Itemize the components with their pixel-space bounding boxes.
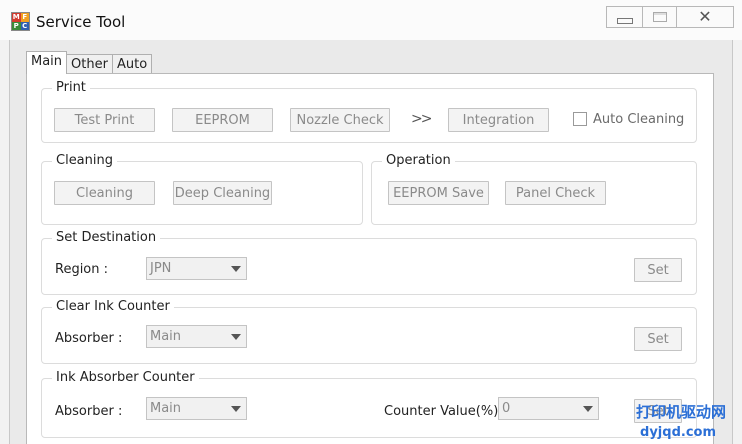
operation-group-title: Operation bbox=[382, 153, 455, 169]
chevron-down-icon bbox=[231, 266, 241, 272]
test-print-button[interactable]: Test Print bbox=[54, 108, 155, 132]
clear-absorber-select[interactable]: Main bbox=[146, 325, 247, 348]
counter-absorber-select-value: Main bbox=[150, 401, 182, 416]
set-destination-title: Set Destination bbox=[52, 230, 161, 246]
print-group: Print Test Print EEPROM Nozzle Check >> … bbox=[41, 80, 697, 143]
nozzle-check-button[interactable]: Nozzle Check bbox=[290, 108, 390, 132]
watermark-text: 打印机驱动网 bbox=[635, 403, 726, 421]
set-destination-group: Set Destination Region : JPN Set bbox=[41, 230, 697, 295]
chevron-down-icon bbox=[583, 406, 593, 412]
clear-absorber-select-value: Main bbox=[150, 329, 182, 344]
region-select-value: JPN bbox=[150, 261, 172, 276]
minimize-icon bbox=[616, 18, 633, 24]
deep-cleaning-button[interactable]: Deep Cleaning bbox=[173, 181, 272, 205]
maximize-button[interactable] bbox=[642, 6, 676, 28]
auto-cleaning-checkbox[interactable] bbox=[573, 112, 587, 126]
app-icon-letter: M bbox=[12, 13, 21, 22]
region-select[interactable]: JPN bbox=[146, 257, 247, 280]
clear-ink-counter-group: Clear Ink Counter Absorber : Main Set bbox=[41, 299, 697, 364]
window-content: Main Other Auto Print Test Print EEPROM … bbox=[9, 40, 733, 444]
cleaning-group-title: Cleaning bbox=[52, 153, 117, 169]
region-label: Region : bbox=[55, 262, 109, 277]
counter-value-select[interactable]: 0 bbox=[498, 397, 599, 420]
tab-strip: Main Other Auto bbox=[26, 51, 153, 74]
tab-main[interactable]: Main bbox=[26, 51, 68, 74]
auto-cleaning-label: Auto Cleaning bbox=[593, 112, 685, 127]
chevron-down-icon bbox=[231, 334, 241, 340]
tab-auto[interactable]: Auto bbox=[111, 54, 153, 74]
main-tab-panel: Print Test Print EEPROM Nozzle Check >> … bbox=[26, 73, 714, 444]
app-icon-letter: C bbox=[20, 21, 29, 30]
counter-absorber-label: Absorber : bbox=[55, 404, 123, 419]
close-button[interactable]: ✕ bbox=[676, 6, 734, 28]
eeprom-button[interactable]: EEPROM bbox=[172, 108, 273, 132]
title-bar[interactable]: M F P C Service Tool ✕ bbox=[0, 0, 742, 40]
ink-absorber-counter-title: Ink Absorber Counter bbox=[52, 370, 199, 386]
close-icon: ✕ bbox=[698, 7, 712, 26]
eeprom-save-button[interactable]: EEPROM Save bbox=[388, 181, 489, 205]
panel-check-button[interactable]: Panel Check bbox=[505, 181, 606, 205]
integration-button[interactable]: Integration bbox=[448, 108, 549, 132]
counter-absorber-select[interactable]: Main bbox=[146, 397, 247, 420]
minimize-button[interactable] bbox=[606, 6, 642, 28]
watermark-domain: dyjqd.com bbox=[640, 425, 716, 440]
cleaning-group: Cleaning Cleaning Deep Cleaning bbox=[41, 153, 363, 225]
print-group-title: Print bbox=[52, 80, 90, 96]
operation-group: Operation EEPROM Save Panel Check bbox=[371, 153, 697, 225]
app-icon-letter: P bbox=[12, 21, 21, 30]
window-title: Service Tool bbox=[36, 13, 126, 31]
set-destination-set-button[interactable]: Set bbox=[634, 258, 682, 282]
clear-absorber-label: Absorber : bbox=[55, 331, 123, 346]
service-tool-window: M F P C Service Tool ✕ Main Other Auto P… bbox=[0, 0, 742, 444]
app-icon: M F P C bbox=[11, 12, 30, 31]
arrow-separator: >> bbox=[411, 111, 433, 127]
clear-ink-counter-set-button[interactable]: Set bbox=[634, 327, 682, 351]
app-icon-letter: F bbox=[20, 13, 29, 22]
clear-ink-counter-title: Clear Ink Counter bbox=[52, 299, 174, 315]
window-controls: ✕ bbox=[606, 6, 734, 28]
tab-other[interactable]: Other bbox=[66, 54, 113, 74]
counter-value-select-value: 0 bbox=[502, 401, 511, 416]
ink-absorber-counter-group: Ink Absorber Counter Absorber : Main Cou… bbox=[41, 370, 697, 438]
counter-value-label: Counter Value(%) bbox=[384, 404, 499, 419]
chevron-down-icon bbox=[231, 406, 241, 412]
cleaning-button[interactable]: Cleaning bbox=[54, 181, 155, 205]
maximize-icon bbox=[652, 12, 667, 22]
